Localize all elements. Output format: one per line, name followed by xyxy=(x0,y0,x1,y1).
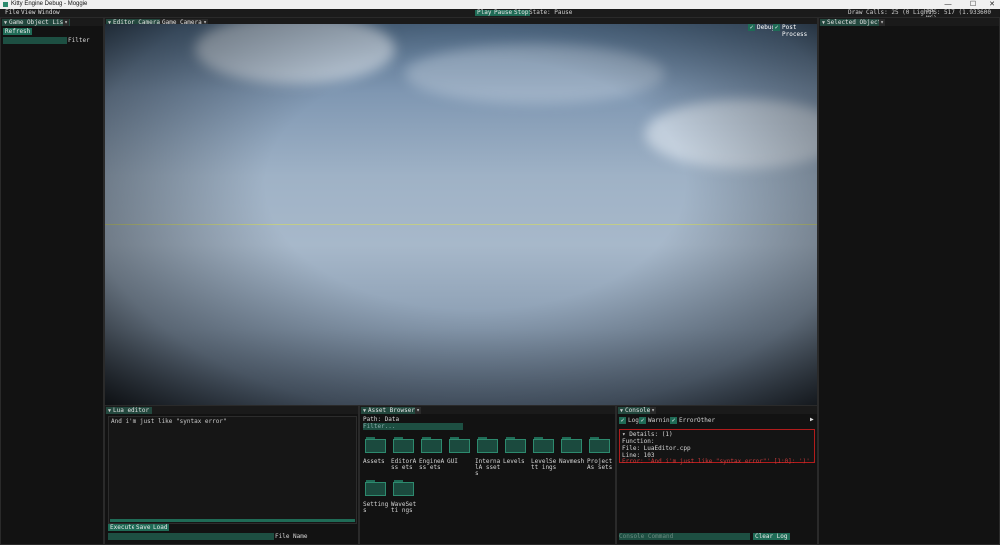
tab-console[interactable]: ▼ Console xyxy=(618,407,654,414)
tab-lua-editor[interactable]: ▼ Lua editor xyxy=(106,407,153,414)
code-line: And i'm just like "syntax error" xyxy=(111,418,227,425)
error-checkbox[interactable]: ✓ xyxy=(670,417,677,424)
load-button[interactable]: Load xyxy=(151,524,170,531)
clear-log-button[interactable]: Clear Log xyxy=(753,533,790,540)
lua-code-editor[interactable]: And i'm just like "syntax error" xyxy=(108,416,357,524)
game-object-list-panel: ▼ Game Object List ▾ Refresh Filter xyxy=(0,17,104,545)
folder-icon[interactable] xyxy=(393,480,414,496)
folder-label: GUI xyxy=(447,458,458,465)
app-icon xyxy=(3,2,8,7)
horizontal-scrollbar[interactable] xyxy=(110,519,355,522)
folder-icon[interactable] xyxy=(477,437,498,453)
folder-label: WaveSetti ngs xyxy=(391,501,417,514)
asset-filter-input[interactable]: Filter... xyxy=(363,423,463,430)
folder-icon[interactable] xyxy=(505,437,526,453)
folder-icon[interactable] xyxy=(449,437,470,453)
error-label: Error xyxy=(679,417,698,424)
folder-label: LevelSett ings xyxy=(531,458,557,471)
folder-label: InternalA ssets xyxy=(475,458,501,477)
tab-add-icon[interactable]: ▾ xyxy=(650,407,656,414)
pause-button[interactable]: Pause xyxy=(492,10,515,16)
other-label[interactable]: Other xyxy=(697,417,715,424)
scene-viewport[interactable]: ✓ Debug ✓ Post Process xyxy=(105,24,817,405)
folder-icon[interactable] xyxy=(561,437,582,453)
draw-calls: Draw Calls: 25 (0 Light) xyxy=(848,9,935,16)
vignette xyxy=(105,24,817,405)
maximize-button[interactable]: ☐ xyxy=(963,0,983,9)
console-error-line: Error: 'And i'm just like "syntax error"… xyxy=(622,458,814,465)
window-title: Kitty Engine Debug - Moggie xyxy=(11,1,88,7)
folder-label: EditorAss ets xyxy=(391,458,417,471)
post-process-checkbox[interactable]: ✓ xyxy=(773,24,780,31)
folder-icon[interactable] xyxy=(421,437,442,453)
menu-view[interactable]: View xyxy=(21,10,35,16)
file-name-input[interactable] xyxy=(108,533,274,540)
minimize-button[interactable]: — xyxy=(938,0,958,9)
folder-label: Levels xyxy=(503,458,525,465)
folder-label: Assets xyxy=(363,458,385,465)
tab-asset-browser[interactable]: ▼ Asset Browser xyxy=(361,407,418,414)
filter-input[interactable] xyxy=(3,37,67,44)
lua-editor-panel: ▼ Lua editor And i'm just like "syntax er… xyxy=(104,405,359,545)
console-line: Function: xyxy=(622,438,655,445)
stop-button[interactable]: Stop xyxy=(512,10,531,16)
warning-checkbox[interactable]: ✓ xyxy=(639,417,646,424)
tab-add-icon[interactable]: ▾ xyxy=(415,407,421,414)
save-button[interactable]: Save xyxy=(134,524,153,531)
window-titlebar: Kitty Engine Debug - Moggie — ☐ ✕ xyxy=(0,0,1000,9)
log-label: Log xyxy=(628,417,639,424)
tab-selected-object[interactable]: ▼ Selected Object xyxy=(820,19,885,26)
file-name-label: File Name xyxy=(275,533,308,540)
debug-checkbox[interactable]: ✓ xyxy=(748,24,755,31)
log-checkbox[interactable]: ✓ xyxy=(619,417,626,424)
console-command-input[interactable]: Console Command xyxy=(619,533,750,540)
console-line: ▾ Details: (1) xyxy=(622,431,673,438)
folder-icon[interactable] xyxy=(365,480,386,496)
close-button[interactable]: ✕ xyxy=(982,0,1000,9)
folder-label: Settings xyxy=(363,501,389,514)
asset-browser-panel: ▼ Asset Browser ▾ Path: Data Filter... As… xyxy=(359,405,616,545)
folder-icon[interactable] xyxy=(589,437,610,453)
menu-bar: File View Window Play Pause Stop State: … xyxy=(0,9,1000,22)
menu-file[interactable]: File xyxy=(5,10,19,16)
filter-label: Filter xyxy=(68,37,90,44)
folder-icon[interactable] xyxy=(365,437,386,453)
tab-add-icon[interactable]: ▾ xyxy=(63,19,69,26)
tab-add-icon[interactable]: ▾ xyxy=(879,19,885,26)
post-process-label: Post Process xyxy=(782,24,808,38)
play-state: State: Pause xyxy=(529,9,573,16)
refresh-button[interactable]: Refresh xyxy=(3,28,33,35)
folder-label: ProjectAs sets xyxy=(587,458,613,471)
asset-path: Path: Data xyxy=(363,416,400,423)
console-line: File: LuaEditor.cpp xyxy=(622,445,691,452)
folder-icon[interactable] xyxy=(533,437,554,453)
collapse-arrow-icon[interactable]: ▶ xyxy=(810,416,814,423)
tab-game-object-list[interactable]: ▼ Game Object List xyxy=(2,19,70,26)
play-button[interactable]: Play xyxy=(475,10,494,16)
execute-button[interactable]: Execute xyxy=(108,524,138,531)
folder-label: EngineAss ets xyxy=(419,458,445,471)
selected-object-panel: ▼ Selected Object ▾ xyxy=(818,17,1000,545)
console-panel: ▼ Console ▾ ▶ ✓ Log ✓ Warning ✓ Error Oth… xyxy=(616,405,818,545)
folder-icon[interactable] xyxy=(393,437,414,453)
console-error-entry[interactable]: ▾ Details: (1) Function: File: LuaEditor… xyxy=(619,429,815,465)
folder-label: Navmesh xyxy=(559,458,585,465)
menu-window[interactable]: Window xyxy=(38,10,60,16)
